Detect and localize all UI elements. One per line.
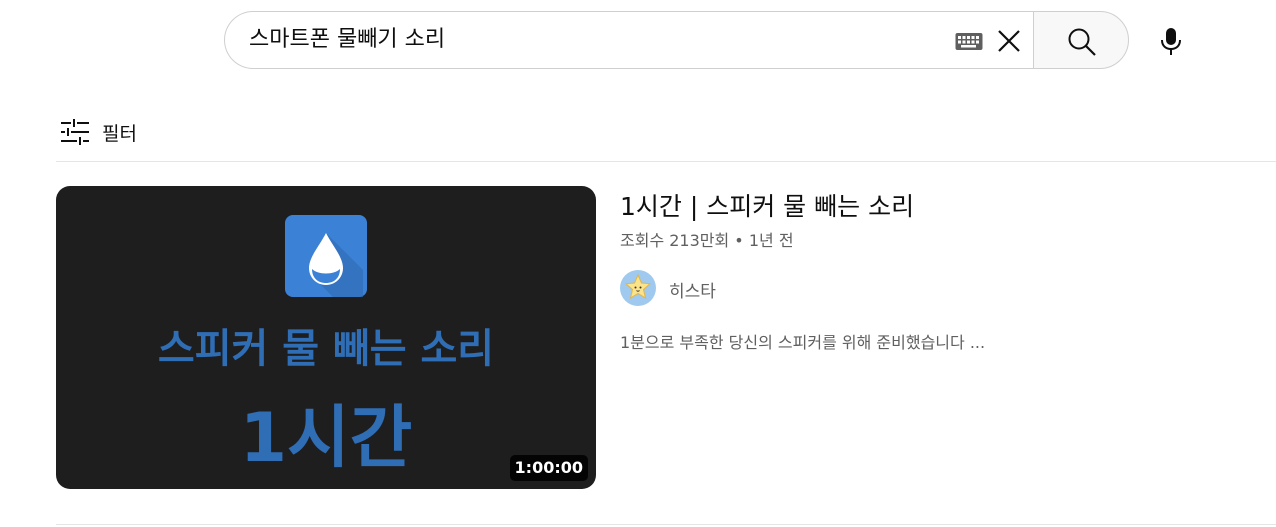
video-title-link[interactable]: 1시간 | 스피커 물 빼는 소리 [620,187,914,223]
keyboard-icon[interactable] [955,30,983,52]
voice-search-button[interactable] [1148,18,1194,64]
star-character-icon [624,273,652,300]
divider [56,524,1276,525]
water-drop-icon [285,215,367,297]
divider [56,161,1276,162]
search-results-page: 필터 스피커 물 빼는 소리 1시간 1:00:00 1시간 | 스피커 물 빼… [0,0,1276,527]
avatar[interactable] [620,270,656,306]
video-description: 1분으로 부족한 당신의 스피커를 위해 준비했습니다 ... [620,333,986,352]
search-icon [1068,28,1096,56]
duration-badge: 1:00:00 [509,455,588,481]
filter-label: 필터 [102,123,137,145]
channel-name: 히스타 [669,282,716,302]
close-icon[interactable] [996,28,1022,54]
search-button[interactable] [1033,11,1129,69]
video-thumbnail[interactable]: 스피커 물 빼는 소리 1시간 1:00:00 [56,186,596,489]
search-input[interactable] [249,12,939,68]
thumbnail-title: 스피커 물 빼는 소리 [157,326,495,372]
sliders-icon [61,119,89,145]
video-metadata: 조회수 213만회 • 1년 전 [620,231,794,250]
search-box[interactable] [224,11,1034,69]
microphone-icon [1161,28,1181,55]
